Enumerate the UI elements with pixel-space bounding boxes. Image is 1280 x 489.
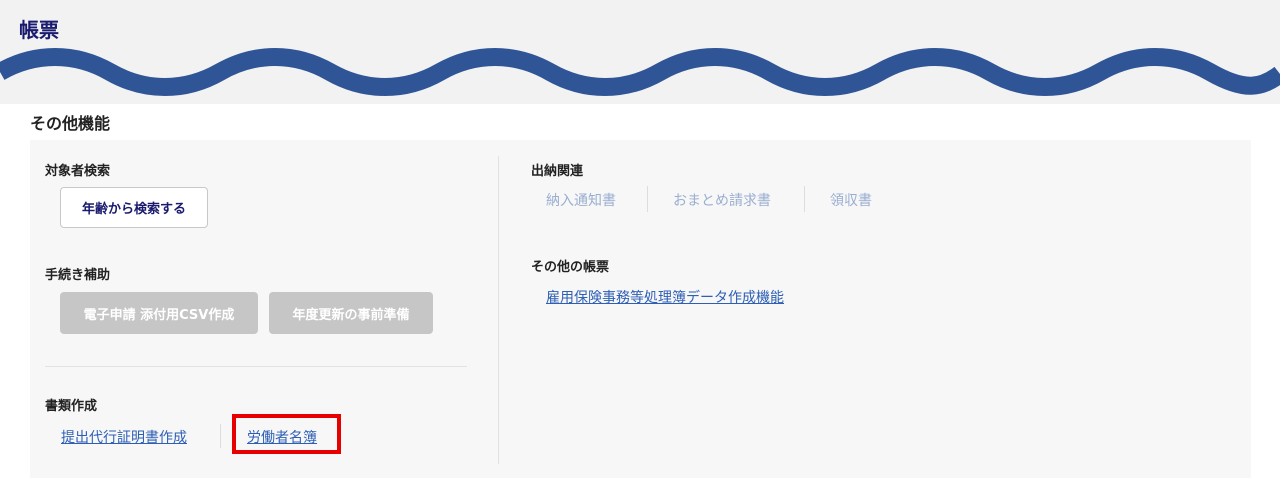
wave-decoration bbox=[0, 48, 1280, 96]
csv-create-button[interactable]: 電子申請 添付用CSV作成 bbox=[60, 292, 258, 334]
link-separator bbox=[220, 424, 221, 448]
proxy-certificate-link[interactable]: 提出代行証明書作成 bbox=[61, 427, 187, 447]
age-search-button[interactable]: 年齢から検索する bbox=[60, 187, 208, 228]
link-separator bbox=[647, 186, 648, 212]
section-title: その他機能 bbox=[30, 114, 111, 133]
link-separator bbox=[804, 186, 805, 212]
highlight-box bbox=[232, 414, 341, 454]
column-divider bbox=[498, 156, 499, 464]
target-search-label: 対象者検索 bbox=[45, 164, 111, 179]
receipt-link[interactable]: 領収書 bbox=[830, 190, 872, 210]
payment-label: 出納関連 bbox=[531, 164, 584, 179]
other-forms-label: その他の帳票 bbox=[531, 260, 610, 275]
payment-notice-link[interactable]: 納入通知書 bbox=[546, 190, 616, 210]
document-creation-label: 書類作成 bbox=[45, 399, 98, 414]
row-divider bbox=[45, 366, 467, 367]
employment-insurance-data-link[interactable]: 雇用保険事務等処理簿データ作成機能 bbox=[546, 287, 784, 307]
combined-invoice-link[interactable]: おまとめ請求書 bbox=[673, 190, 771, 210]
annual-renewal-prep-button[interactable]: 年度更新の事前準備 bbox=[269, 292, 433, 334]
procedure-support-label: 手続き補助 bbox=[45, 268, 111, 283]
